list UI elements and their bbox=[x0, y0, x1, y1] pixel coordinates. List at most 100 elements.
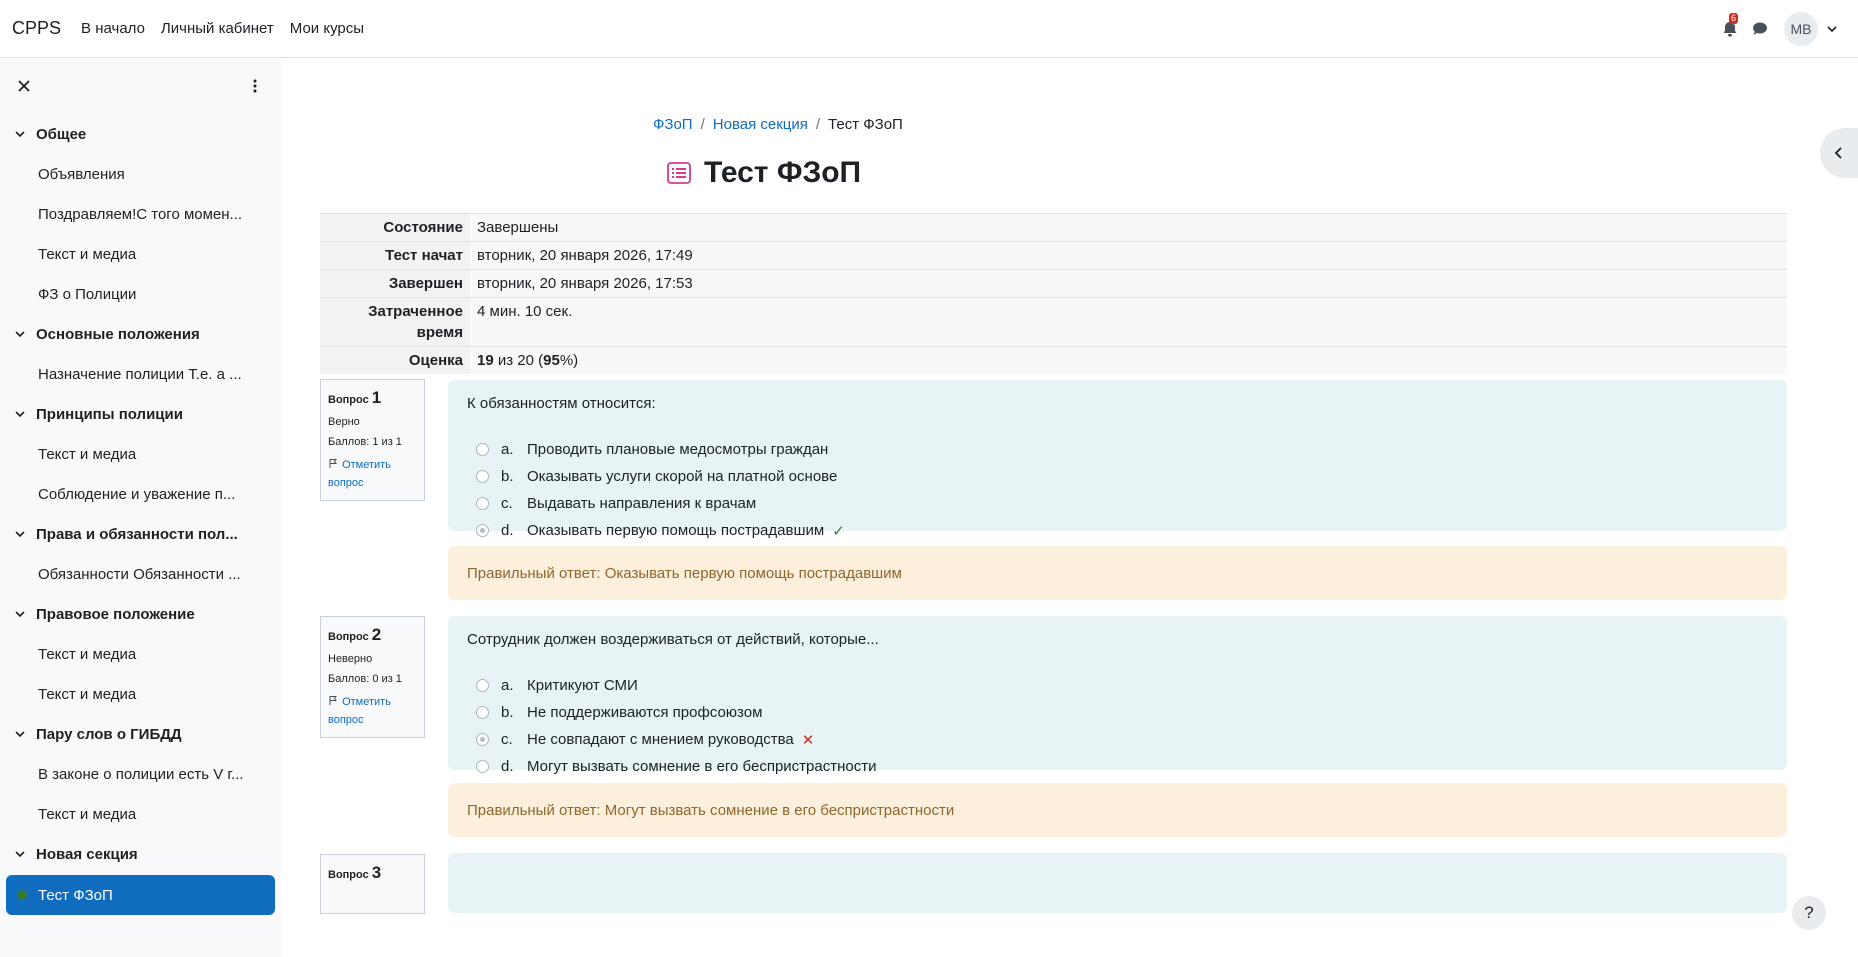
answer-radio-selected[interactable] bbox=[476, 733, 489, 746]
answer-letter: b. bbox=[501, 704, 514, 721]
course-activity-label: Объявления bbox=[38, 165, 125, 183]
course-activity-current[interactable]: Тест ФЗоП bbox=[6, 875, 275, 915]
summary-label: Тест начат bbox=[320, 241, 470, 270]
chevron-down-icon[interactable] bbox=[14, 848, 26, 860]
question-state: Верно bbox=[328, 416, 360, 428]
course-activity-label: Тест ФЗоП bbox=[38, 886, 113, 904]
answer-radio-selected[interactable] bbox=[476, 524, 489, 537]
course-section-0[interactable]: Общее bbox=[0, 114, 281, 154]
drawer-options-kebab-icon[interactable] bbox=[250, 78, 260, 94]
answer-text: Не поддерживаются профсоюзом bbox=[527, 704, 763, 721]
flag-question-link[interactable]: Отметить вопрос bbox=[328, 456, 417, 492]
question-number: Вопрос 1 bbox=[328, 388, 417, 408]
answer-option[interactable]: a. Критикуют СМИ bbox=[467, 672, 1768, 699]
page-header: Тест ФЗоП bbox=[666, 156, 861, 190]
answer-letter: c. bbox=[501, 495, 513, 512]
answer-letter: a. bbox=[501, 677, 514, 694]
answer-radio[interactable] bbox=[476, 679, 489, 692]
completion-dot-icon bbox=[17, 890, 27, 900]
question-number-value: 2 bbox=[371, 625, 382, 644]
course-index-list: Общее Объявления Поздравляем!С того момен.… bbox=[0, 114, 281, 915]
course-activity-6[interactable]: Назначение полиции Т.е. а ... bbox=[0, 354, 281, 394]
course-activity-16[interactable]: В законе о полиции есть V г... bbox=[0, 754, 281, 794]
course-activity-14[interactable]: Текст и медиа bbox=[0, 674, 281, 714]
breadcrumb-section-link[interactable]: Новая секция bbox=[713, 116, 808, 133]
user-avatar[interactable]: MB bbox=[1784, 12, 1818, 46]
summary-row-started: Тест начат вторник, 20 января 2026, 17:4… bbox=[320, 241, 1787, 270]
course-activity-label: Текст и медиа bbox=[38, 645, 137, 663]
summary-value: 4 мин. 10 сек. bbox=[470, 297, 1787, 347]
answer-option[interactable]: c. Выдавать направления к врачам bbox=[467, 490, 1768, 517]
course-activity-label: В законе о полиции есть V г... bbox=[38, 765, 244, 783]
course-section-label: Принципы полиции bbox=[36, 405, 183, 423]
question-content-3 bbox=[448, 853, 1787, 913]
course-activity-3[interactable]: Текст и медиа bbox=[0, 234, 281, 274]
course-activity-13[interactable]: Текст и медиа bbox=[0, 634, 281, 674]
course-section-12[interactable]: Правовое положение bbox=[0, 594, 281, 634]
answer-radio[interactable] bbox=[476, 760, 489, 773]
answer-radio[interactable] bbox=[476, 470, 489, 483]
help-button[interactable]: ? bbox=[1792, 896, 1826, 930]
chevron-left-icon bbox=[1834, 147, 1842, 159]
chevron-down-icon[interactable] bbox=[14, 728, 26, 740]
course-section-label: Права и обязанности пол... bbox=[36, 525, 238, 543]
close-drawer-icon[interactable] bbox=[16, 78, 32, 94]
course-activity-4[interactable]: ФЗ о Полиции bbox=[0, 274, 281, 314]
question-text: Сотрудник должен воздерживаться от дейст… bbox=[467, 631, 879, 648]
summary-label: Оценка bbox=[320, 346, 470, 374]
summary-value: Завершены bbox=[470, 213, 1787, 242]
notifications-bell-icon[interactable]: 6 bbox=[1720, 13, 1740, 39]
answer-option[interactable]: b. Не поддерживаются профсоюзом bbox=[467, 699, 1768, 726]
answer-radio[interactable] bbox=[476, 497, 489, 510]
course-section-15[interactable]: Пару слов о ГИБДД bbox=[0, 714, 281, 754]
course-activity-label: Текст и медиа bbox=[38, 245, 137, 263]
answer-option-selected[interactable]: d. Оказывать первую помощь пострадавшим ✓ bbox=[467, 517, 1768, 544]
course-activity-17[interactable]: Текст и медиа bbox=[0, 794, 281, 834]
messages-chat-icon[interactable] bbox=[1750, 19, 1770, 39]
summary-row-time-taken: Затраченное время 4 мин. 10 сек. bbox=[320, 297, 1787, 347]
question-marks: Баллов: 0 из 1 bbox=[328, 673, 402, 685]
course-activity-label: Назначение полиции Т.е. а ... bbox=[38, 365, 242, 383]
flag-question-link[interactable]: Отметить вопрос bbox=[328, 693, 417, 729]
breadcrumb-course-link[interactable]: ФЗоП bbox=[653, 116, 693, 133]
primary-navigation: В начало Личный кабинет Мои курсы bbox=[81, 20, 380, 37]
right-answer-feedback-1: Правильный ответ: Оказывать первую помощ… bbox=[448, 546, 1787, 600]
summary-value: вторник, 20 января 2026, 17:53 bbox=[470, 269, 1787, 298]
course-section-5[interactable]: Основные положения bbox=[0, 314, 281, 354]
summary-row-state: Состояние Завершены bbox=[320, 213, 1787, 242]
question-info-2: Вопрос 2 Неверно Баллов: 0 из 1 Отметить… bbox=[320, 616, 425, 738]
page-title: Тест ФЗоП bbox=[704, 156, 862, 189]
answer-option[interactable]: b. Оказывать услуги скорой на платной осн… bbox=[467, 463, 1768, 490]
answer-option-selected[interactable]: c. Не совпадают с мнением руководства ✕ bbox=[467, 726, 1768, 753]
breadcrumb-current: Тест ФЗоП bbox=[828, 116, 903, 133]
user-menu-chevron-down-icon[interactable] bbox=[1826, 23, 1838, 35]
course-section-18[interactable]: Новая секция bbox=[0, 834, 281, 874]
chevron-down-icon[interactable] bbox=[14, 328, 26, 340]
answer-radio[interactable] bbox=[476, 706, 489, 719]
question-content-1: К обязанностям относится: a. Проводить пл… bbox=[448, 380, 1787, 540]
chevron-down-icon[interactable] bbox=[14, 528, 26, 540]
course-activity-8[interactable]: Текст и медиа bbox=[0, 434, 281, 474]
course-activity-9[interactable]: Соблюдение и уважение п... bbox=[0, 474, 281, 514]
chevron-down-icon[interactable] bbox=[14, 408, 26, 420]
question-info-1: Вопрос 1 Верно Баллов: 1 из 1 Отметить в… bbox=[320, 379, 425, 501]
open-block-drawer-button[interactable] bbox=[1820, 128, 1858, 178]
nav-dashboard-link[interactable]: Личный кабинет bbox=[161, 20, 274, 37]
course-section-10[interactable]: Права и обязанности пол... bbox=[0, 514, 281, 554]
nav-home-link[interactable]: В начало bbox=[81, 20, 145, 37]
course-activity-11[interactable]: Обязанности Обязанности ... bbox=[0, 554, 281, 594]
nav-my-courses-link[interactable]: Мои курсы bbox=[290, 20, 364, 37]
chevron-down-icon[interactable] bbox=[14, 128, 26, 140]
summary-value: вторник, 20 января 2026, 17:49 bbox=[470, 241, 1787, 270]
answer-option[interactable]: a. Проводить плановые медосмотры граждан bbox=[467, 436, 1768, 463]
answer-radio[interactable] bbox=[476, 443, 489, 456]
course-activity-2[interactable]: Поздравляем!С того момен... bbox=[0, 194, 281, 234]
site-brand[interactable]: CPPS bbox=[12, 18, 61, 39]
course-activity-1[interactable]: Объявления bbox=[0, 154, 281, 194]
course-section-7[interactable]: Принципы полиции bbox=[0, 394, 281, 434]
answer-option[interactable]: d. Могут вызвать сомнение в его беспристр… bbox=[467, 753, 1768, 780]
chevron-down-icon[interactable] bbox=[14, 608, 26, 620]
grade-of: из 20 ( bbox=[493, 352, 544, 369]
notifications-count-badge: 6 bbox=[1729, 13, 1739, 24]
breadcrumb-separator: / bbox=[815, 116, 821, 133]
